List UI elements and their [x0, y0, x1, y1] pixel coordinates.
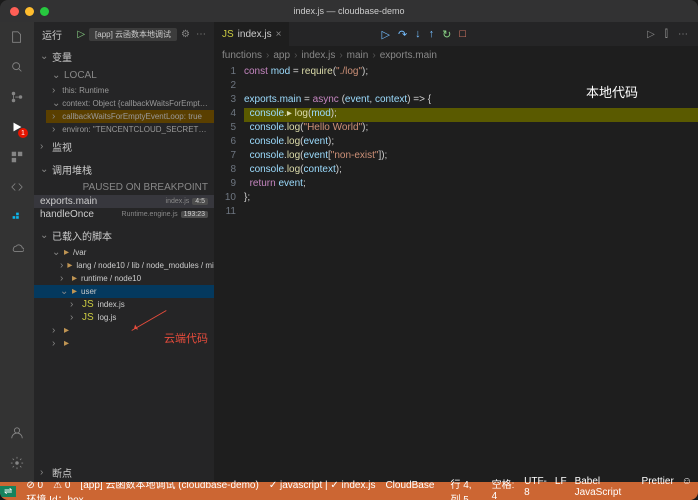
debug-toolbar: ▷ ↷ ↓ ↑ ↻ □ [381, 22, 466, 46]
editor-area: JS index.js × ▷ ↷ ↓ ↑ ↻ □ ▷ ⫿ ⋯ function… [214, 22, 698, 482]
search-icon[interactable] [8, 58, 26, 76]
local-scope[interactable]: ⌄Local [46, 67, 214, 84]
continue-icon[interactable]: ▷ [381, 28, 389, 41]
source-control-icon[interactable] [8, 88, 26, 106]
step-out-icon[interactable]: ↑ [429, 28, 435, 40]
tree-item[interactable]: ⌄▸ /var [34, 246, 214, 259]
code-content[interactable]: const mod = require("./log");exports.mai… [244, 64, 698, 482]
explorer-icon[interactable] [8, 28, 26, 46]
start-debug-icon[interactable]: ▷ [77, 29, 85, 40]
debug-sidebar: 运行 ▷ [app] 云函数本地调试 ⚙ ⋯ ⌄变量 ⌄Local › this:… [34, 22, 214, 482]
variable-item[interactable]: › environ: "TENCENTCLOUD_SECRETKEY=VD3AT… [46, 123, 214, 136]
callstack-frame[interactable]: handleOnceRuntime.engine.js193:23 [34, 208, 214, 221]
breakpoints-section[interactable]: ›断点 [34, 463, 214, 482]
tree-item[interactable]: ›▸ runtime / node10 [34, 272, 214, 285]
split-editor-icon[interactable]: ⫿ [665, 29, 668, 40]
debug-config-dropdown[interactable]: [app] 云函数本地调试 [89, 28, 177, 41]
callstack-section[interactable]: ⌄调用堆栈 [34, 159, 214, 180]
close-tab-icon[interactable]: × [276, 29, 282, 40]
tree-item[interactable]: ⌄▸ user [34, 285, 214, 298]
cloud-icon[interactable] [8, 238, 26, 256]
variable-item[interactable]: ⌄ context: Object {callbackWaitsForEmpty… [46, 97, 214, 110]
variable-item[interactable]: › callbackWaitsForEmptyEventLoop: true [46, 110, 214, 123]
remote-indicator[interactable]: ⇌ [0, 486, 16, 497]
step-into-icon[interactable]: ↓ [415, 28, 421, 40]
close-window-icon[interactable] [10, 7, 19, 16]
restart-icon[interactable]: ↻ [442, 28, 451, 41]
run-label: 运行 [42, 27, 77, 42]
paused-label: PAUSED ON BREAKPOINT [83, 182, 208, 193]
local-annotation: 本地代码 [586, 82, 638, 101]
tree-item[interactable]: ›JS log.js [34, 311, 214, 324]
more-icon[interactable]: ⋯ [196, 29, 206, 40]
variable-item[interactable]: › this: Runtime [46, 84, 214, 97]
run-file-icon[interactable]: ▷ [647, 29, 655, 40]
watch-section[interactable]: ›监视 [34, 136, 214, 157]
titlebar: index.js — cloudbase-demo [0, 0, 698, 22]
tree-item[interactable]: ›JS index.js [34, 298, 214, 311]
tree-item[interactable]: ›▸ [34, 324, 214, 337]
maximize-window-icon[interactable] [40, 7, 49, 16]
window-title: index.js — cloudbase-demo [293, 6, 404, 16]
breadcrumbs[interactable]: functions›app›index.js›main›exports.main [214, 46, 698, 64]
gear-icon[interactable]: ⚙ [181, 29, 190, 40]
account-icon[interactable] [8, 424, 26, 442]
status-bar: ⇌ ⊘ 0⚠ 0[app] 云函数本地调试 (cloudbase-demo)✓ … [0, 482, 698, 500]
extensions-icon[interactable] [8, 148, 26, 166]
loaded-scripts-section[interactable]: ⌄已载入的脚本 [34, 225, 214, 246]
debug-icon[interactable] [8, 118, 26, 136]
activity-bar [0, 22, 34, 482]
variables-section[interactable]: ⌄变量 [34, 46, 214, 67]
line-gutter[interactable]: 1234567891011 [214, 64, 244, 482]
editor-more-icon[interactable]: ⋯ [678, 29, 688, 40]
js-file-icon: JS [222, 29, 234, 40]
remote-icon[interactable] [8, 178, 26, 196]
callstack-frame[interactable]: exports.mainindex.js4:5 [34, 195, 214, 208]
docker-icon[interactable] [8, 208, 26, 226]
tab-index-js[interactable]: JS index.js × [214, 22, 290, 46]
tree-item[interactable]: ›▸ lang / node10 / lib / node_modules / … [34, 259, 214, 272]
minimize-window-icon[interactable] [25, 7, 34, 16]
tree-item[interactable]: ›▸ [34, 337, 214, 350]
step-over-icon[interactable]: ↷ [398, 28, 407, 41]
stop-icon[interactable]: □ [459, 28, 466, 40]
settings-icon[interactable] [8, 454, 26, 472]
